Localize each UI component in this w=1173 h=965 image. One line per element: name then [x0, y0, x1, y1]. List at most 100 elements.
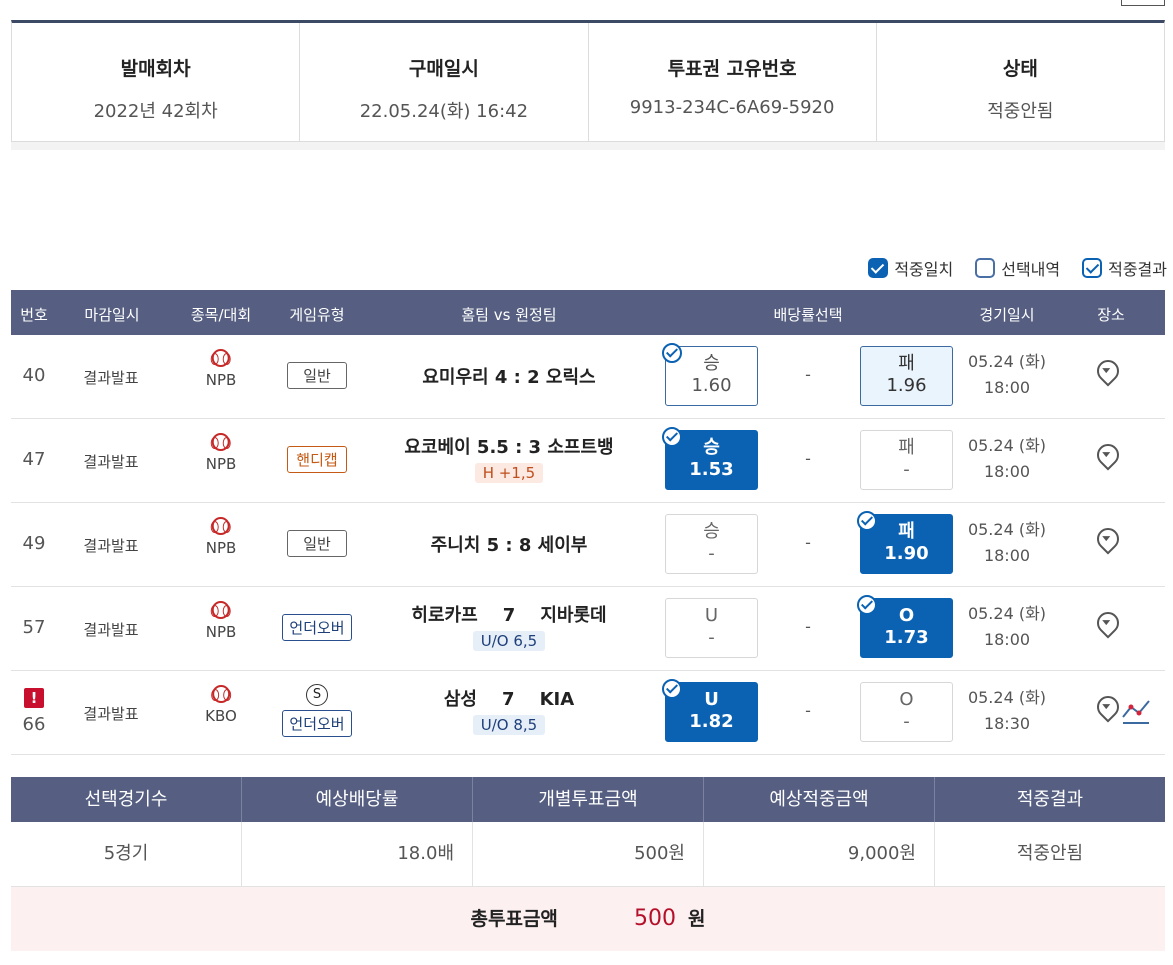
match-cell: 히로카프 7 지바롯데 U/O 6,5 — [349, 601, 669, 651]
sport-cell: NPB — [205, 349, 237, 389]
info-label: 구매일시 — [408, 58, 479, 80]
odds-away-button[interactable]: 패 - — [860, 430, 953, 490]
place-button[interactable] — [1092, 355, 1124, 387]
league-label: KBO — [205, 707, 237, 725]
odds-away-button[interactable]: 패 1.90 — [857, 511, 953, 574]
close-status: 결과발표 — [83, 537, 139, 555]
table-row: 40 결과발표 NPB 일반 요미우리 4 : 2 오릭스 승 1.60 - 패… — [11, 335, 1165, 419]
location-pin-icon[interactable] — [1092, 607, 1124, 639]
alert-icon: ! — [24, 688, 44, 708]
header-game-type: 게임유형 — [289, 306, 345, 324]
odds-value: 1.60 — [691, 375, 732, 396]
odds-under-button[interactable]: U - — [665, 598, 758, 658]
game-number: 49 — [22, 533, 46, 554]
odds-label: 패 — [898, 437, 915, 458]
game-datetime: 05.24 (화) 18:00 — [968, 433, 1046, 485]
odds-home-button[interactable]: 승 - — [665, 514, 758, 574]
summary-count: 5경기 — [11, 822, 242, 886]
checkbox-unchecked-icon[interactable] — [975, 258, 996, 278]
checkbox-checked-icon[interactable] — [868, 258, 889, 278]
odds-label: 패 — [898, 353, 915, 374]
corner-button[interactable] — [1121, 0, 1165, 6]
stats-trend-icon[interactable] — [1121, 697, 1151, 725]
location-pin-icon[interactable] — [1092, 523, 1124, 555]
odds-over-button[interactable]: O - — [860, 682, 953, 742]
baseball-icon — [211, 349, 231, 367]
game-type-badge: 핸디캡 — [287, 446, 347, 473]
location-pin-icon[interactable] — [1092, 439, 1124, 471]
total-amount: 500 — [633, 906, 676, 931]
game-date: 05.24 (화) — [967, 352, 1047, 371]
game-type-badge: 일반 — [287, 530, 347, 557]
location-pin-icon[interactable] — [1092, 691, 1124, 723]
baseball-icon — [211, 433, 231, 451]
legend-label: 적중일치 — [894, 260, 954, 279]
baseball-icon — [211, 601, 231, 619]
games-table: 번호 마감일시 종목/대회 게임유형 홈팀 vs 원정팀 배당률선택 경기일시 … — [11, 290, 1165, 755]
match-score: 삼성 7 KIA — [443, 689, 575, 710]
odds-draw: - — [805, 365, 811, 384]
match-cell: 요코베이 5.5 : 3 소프트뱅 H +1,5 — [349, 433, 669, 483]
checkbox-outline-checked-icon[interactable] — [1082, 258, 1103, 278]
odds-home-button[interactable]: 승 1.60 — [662, 343, 758, 406]
match-score: 주니치 5 : 8 세이부 — [430, 535, 588, 556]
summary-expected-win: 9,000원 — [704, 822, 935, 886]
odds-away-button[interactable]: 패 1.96 — [860, 346, 953, 406]
handicap-badge: H +1,5 — [474, 463, 544, 483]
game-date: 05.24 (화) — [967, 688, 1047, 707]
summary-header-expected-win: 예상적중금액 — [704, 777, 935, 822]
odds-over-button[interactable]: O 1.73 — [857, 595, 953, 658]
game-number: 66 — [22, 714, 46, 735]
game-type-badge: 언더오버 — [282, 614, 352, 641]
game-datetime: 05.24 (화) 18:00 — [968, 517, 1046, 569]
odds-home-button[interactable]: 승 1.53 — [662, 427, 758, 490]
info-value: 9913-234C-6A69-5920 — [629, 97, 835, 118]
game-type-badge: 언더오버 — [282, 710, 352, 737]
table-row: 57 결과발표 NPB 언더오버 히로카프 7 지바롯데 U/O 6,5 U -… — [11, 587, 1165, 671]
sport-cell: NPB — [206, 517, 236, 557]
table-row: 47 결과발표 NPB 핸디캡 요코베이 5.5 : 3 소프트뱅 H +1,5… — [11, 419, 1165, 503]
info-value: 적중안됨 — [987, 101, 1054, 122]
match-score: 히로카프 7 지바롯데 — [411, 605, 607, 626]
table-row: ! 66 결과발표 KBO S 언더오버 삼성 7 KIA U/O 8,5 U … — [11, 671, 1165, 755]
league-label: NPB — [205, 371, 237, 389]
result-check-icon — [662, 427, 682, 447]
place-button[interactable] — [1092, 607, 1124, 639]
game-number: 47 — [22, 449, 46, 470]
odds-draw: - — [805, 449, 811, 468]
table-row: 49 결과발표 NPB 일반 주니치 5 : 8 세이부 승 - - 패 1.9… — [11, 503, 1165, 587]
info-cell-ticket-id: 투표권 고유번호 9913-234C-6A69-5920 — [589, 23, 877, 141]
location-pin-icon[interactable] — [1092, 355, 1124, 387]
close-status: 결과발표 — [83, 453, 139, 471]
place-button[interactable] — [1092, 691, 1124, 723]
header-teams: 홈팀 vs 원정팀 — [461, 306, 557, 324]
summary-header: 선택경기수 예상배당률 개별투표금액 예상적중금액 적중결과 — [11, 777, 1165, 822]
legend-selection[interactable]: 선택내역 — [975, 256, 1060, 280]
summary-bet-amount: 500원 — [473, 822, 704, 886]
game-datetime: 05.24 (화) 18:30 — [968, 685, 1046, 737]
odds-draw: - — [805, 533, 811, 552]
ticket-info: 발매회차 2022년 42회차 구매일시 22.05.24(화) 16:42 투… — [11, 20, 1165, 142]
odds-value: - — [708, 627, 715, 648]
legend-result[interactable]: 적중결과 — [1082, 256, 1167, 280]
match-cell: 주니치 5 : 8 세이부 — [349, 531, 669, 557]
close-status: 결과발표 — [83, 705, 139, 723]
odds-value: - — [708, 543, 715, 564]
place-button[interactable] — [1092, 439, 1124, 471]
info-cell-status: 상태 적중안됨 — [877, 23, 1164, 141]
summary-header-bet-amount: 개별투표금액 — [473, 777, 704, 822]
summary-result: 적중안됨 — [1016, 843, 1084, 864]
result-check-icon — [662, 343, 682, 363]
result-check-icon — [662, 679, 682, 699]
sport-cell: NPB — [205, 601, 237, 641]
header-close-time: 마감일시 — [84, 306, 140, 324]
odds-under-button[interactable]: U 1.82 — [662, 679, 758, 742]
game-time: 18:00 — [983, 630, 1031, 649]
info-value: 22.05.24(화) 16:42 — [359, 101, 529, 122]
place-button[interactable] — [1092, 523, 1124, 555]
match-cell: 요미우리 4 : 2 오릭스 — [349, 363, 669, 389]
odds-value: 1.96 — [886, 375, 927, 396]
game-time: 18:00 — [983, 546, 1031, 565]
legend-match[interactable]: 적중일치 — [868, 256, 953, 280]
league-label: NPB — [205, 623, 237, 641]
